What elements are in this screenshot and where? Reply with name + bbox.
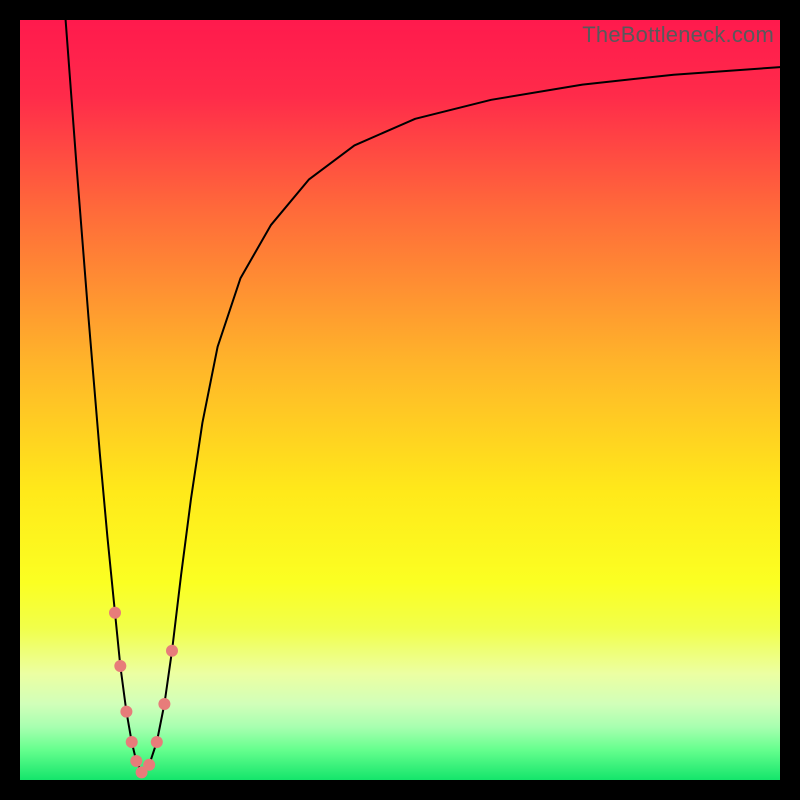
chart-frame: TheBottleneck.com bbox=[0, 0, 800, 800]
data-marker bbox=[143, 759, 155, 771]
data-marker bbox=[130, 755, 142, 767]
data-marker bbox=[114, 660, 126, 672]
watermark-text: TheBottleneck.com bbox=[582, 22, 774, 48]
data-marker bbox=[166, 645, 178, 657]
data-marker bbox=[120, 706, 132, 718]
bottleneck-curve bbox=[66, 20, 780, 772]
data-marker bbox=[158, 698, 170, 710]
curve-layer bbox=[20, 20, 780, 780]
plot-area bbox=[20, 20, 780, 780]
data-marker bbox=[151, 736, 163, 748]
data-marker bbox=[109, 607, 121, 619]
data-marker bbox=[126, 736, 138, 748]
